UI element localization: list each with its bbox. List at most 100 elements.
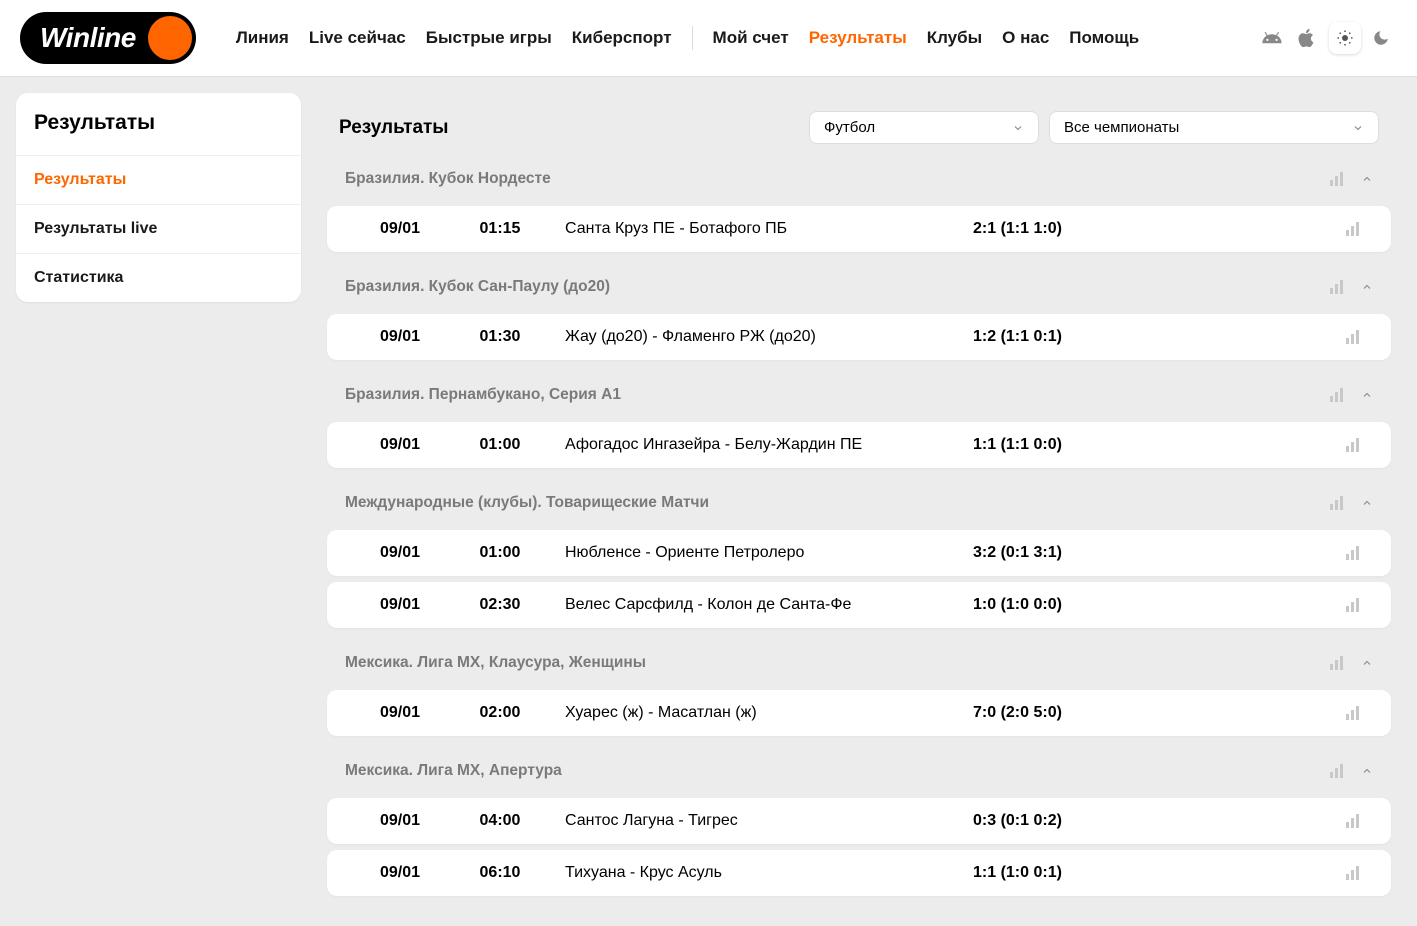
match-date: 09/01: [345, 436, 455, 454]
nav-item[interactable]: О нас: [1002, 28, 1049, 48]
match-score: 0:3 (0:1 0:2): [973, 812, 1333, 830]
nav-item[interactable]: Клубы: [927, 28, 982, 48]
chevron-up-icon[interactable]: [1361, 281, 1373, 293]
match-time: 02:30: [455, 596, 545, 614]
chevron-up-icon[interactable]: [1361, 389, 1373, 401]
chevron-up-icon[interactable]: [1361, 497, 1373, 509]
sidebar-item[interactable]: Статистика: [16, 253, 301, 302]
header-right: [1261, 22, 1397, 54]
sport-select[interactable]: Футбол: [809, 111, 1039, 144]
apple-icon[interactable]: [1295, 27, 1317, 49]
sidebar-item[interactable]: Результаты live: [16, 204, 301, 253]
league-header[interactable]: Международные (клубы). Товарищеские Матч…: [327, 482, 1391, 524]
match-score: 1:1 (1:1 0:0): [973, 436, 1333, 454]
match-teams: Тихуана - Крус Асуль: [545, 864, 973, 882]
stats-bars-icon[interactable]: [1329, 388, 1345, 402]
league-group: Бразилия. Пернамбукано, Серия А1 09/0101:…: [327, 374, 1391, 468]
stats-bars-icon[interactable]: [1329, 764, 1345, 778]
match-time: 04:00: [455, 812, 545, 830]
league-header-right: [1329, 172, 1373, 186]
league-header-right: [1329, 280, 1373, 294]
match-stats[interactable]: [1333, 598, 1373, 612]
moon-icon: [1372, 29, 1390, 47]
match-teams: Сантос Лагуна - Тигрес: [545, 812, 973, 830]
match-date: 09/01: [345, 544, 455, 562]
theme-toggle: [1329, 22, 1397, 54]
nav-item[interactable]: Линия: [236, 28, 289, 48]
match-time: 01:30: [455, 328, 545, 346]
chevron-down-icon: [1352, 122, 1364, 134]
match-score: 7:0 (2:0 5:0): [973, 704, 1333, 722]
championship-select[interactable]: Все чемпионаты: [1049, 111, 1379, 144]
match-time: 01:00: [455, 436, 545, 454]
league-header[interactable]: Бразилия. Кубок Сан-Паулу (до20): [327, 266, 1391, 308]
stats-bars-icon[interactable]: [1329, 496, 1345, 510]
match-teams: Нюбленсе - Ориенте Петролеро: [545, 544, 973, 562]
main-nav: Линия Live сейчас Быстрые игры Киберспорт Мо…: [236, 26, 1261, 50]
stats-bars-icon: [1345, 598, 1361, 612]
match-stats[interactable]: [1333, 330, 1373, 344]
match-row[interactable]: 09/0102:00Хуарес (ж) - Масатлан (ж)7:0 (…: [327, 690, 1391, 736]
match-row[interactable]: 09/0101:00Афогадос Ингазейра - Белу-Жард…: [327, 422, 1391, 468]
header: Winline Линия Live сейчас Быстрые игры Кибе…: [0, 0, 1417, 77]
nav-item[interactable]: Киберспорт: [572, 28, 672, 48]
page-title: Результаты: [339, 117, 449, 139]
stats-bars-icon: [1345, 706, 1361, 720]
light-theme-button[interactable]: [1329, 22, 1361, 54]
match-row[interactable]: 09/0106:10Тихуана - Крус Асуль1:1 (1:0 0…: [327, 850, 1391, 896]
nav-item[interactable]: Мой счет: [713, 28, 789, 48]
league-group: Бразилия. Кубок Нордесте 09/0101:15Санта …: [327, 158, 1391, 252]
stats-bars-icon: [1345, 546, 1361, 560]
match-stats[interactable]: [1333, 222, 1373, 236]
sidebar-item[interactable]: Результаты: [16, 155, 301, 204]
sport-select-value: Футбол: [824, 119, 875, 136]
match-score: 1:1 (1:0 0:1): [973, 864, 1333, 882]
match-score: 1:2 (1:1 0:1): [973, 328, 1333, 346]
league-name: Бразилия. Кубок Сан-Паулу (до20): [345, 278, 610, 296]
logo[interactable]: Winline: [20, 12, 196, 64]
match-row[interactable]: 09/0102:30Велес Сарсфилд - Колон де Сант…: [327, 582, 1391, 628]
match-teams: Хуарес (ж) - Масатлан (ж): [545, 704, 973, 722]
league-header[interactable]: Бразилия. Пернамбукано, Серия А1: [327, 374, 1391, 416]
match-time: 06:10: [455, 864, 545, 882]
android-icon[interactable]: [1261, 27, 1283, 49]
stats-bars-icon[interactable]: [1329, 656, 1345, 670]
stats-bars-icon[interactable]: [1329, 280, 1345, 294]
nav-item[interactable]: Помощь: [1069, 28, 1139, 48]
sun-icon: [1336, 29, 1354, 47]
match-stats[interactable]: [1333, 546, 1373, 560]
match-row[interactable]: 09/0101:15Санта Круз ПЕ - Ботафого ПБ2:1…: [327, 206, 1391, 252]
stats-bars-icon[interactable]: [1329, 172, 1345, 186]
match-date: 09/01: [345, 220, 455, 238]
chevron-down-icon: [1012, 122, 1024, 134]
chevron-up-icon[interactable]: [1361, 657, 1373, 669]
league-header[interactable]: Бразилия. Кубок Нордесте: [327, 158, 1391, 200]
league-header[interactable]: Мексика. Лига МХ, Апертура: [327, 750, 1391, 792]
chevron-up-icon[interactable]: [1361, 173, 1373, 185]
chevron-up-icon[interactable]: [1361, 765, 1373, 777]
nav-item[interactable]: Результаты: [809, 28, 907, 48]
match-stats[interactable]: [1333, 814, 1373, 828]
nav-item[interactable]: Быстрые игры: [426, 28, 552, 48]
match-row[interactable]: 09/0101:30Жау (до20) - Фламенго РЖ (до20…: [327, 314, 1391, 360]
league-header[interactable]: Мексика. Лига МХ, Клаусура, Женщины: [327, 642, 1391, 684]
match-row[interactable]: 09/0101:00Нюбленсе - Ориенте Петролеро3:…: [327, 530, 1391, 576]
stats-bars-icon: [1345, 438, 1361, 452]
logo-circle-icon: [148, 16, 192, 60]
stats-bars-icon: [1345, 814, 1361, 828]
match-teams: Жау (до20) - Фламенго РЖ (до20): [545, 328, 973, 346]
match-stats[interactable]: [1333, 866, 1373, 880]
match-stats[interactable]: [1333, 438, 1373, 452]
match-score: 1:0 (1:0 0:0): [973, 596, 1333, 614]
match-row[interactable]: 09/0104:00Сантос Лагуна - Тигрес0:3 (0:1…: [327, 798, 1391, 844]
match-date: 09/01: [345, 596, 455, 614]
league-name: Мексика. Лига МХ, Клаусура, Женщины: [345, 654, 646, 672]
nav-item[interactable]: Live сейчас: [309, 28, 406, 48]
stats-bars-icon: [1345, 866, 1361, 880]
main-content: Результаты Футбол Все чемпионаты Бразили…: [317, 93, 1401, 910]
dark-theme-button[interactable]: [1365, 22, 1397, 54]
match-teams: Санта Круз ПЕ - Ботафого ПБ: [545, 220, 973, 238]
league-group: Международные (клубы). Товарищеские Матч…: [327, 482, 1391, 628]
match-stats[interactable]: [1333, 706, 1373, 720]
container: Результаты РезультатыРезультаты liveСтат…: [0, 77, 1417, 926]
